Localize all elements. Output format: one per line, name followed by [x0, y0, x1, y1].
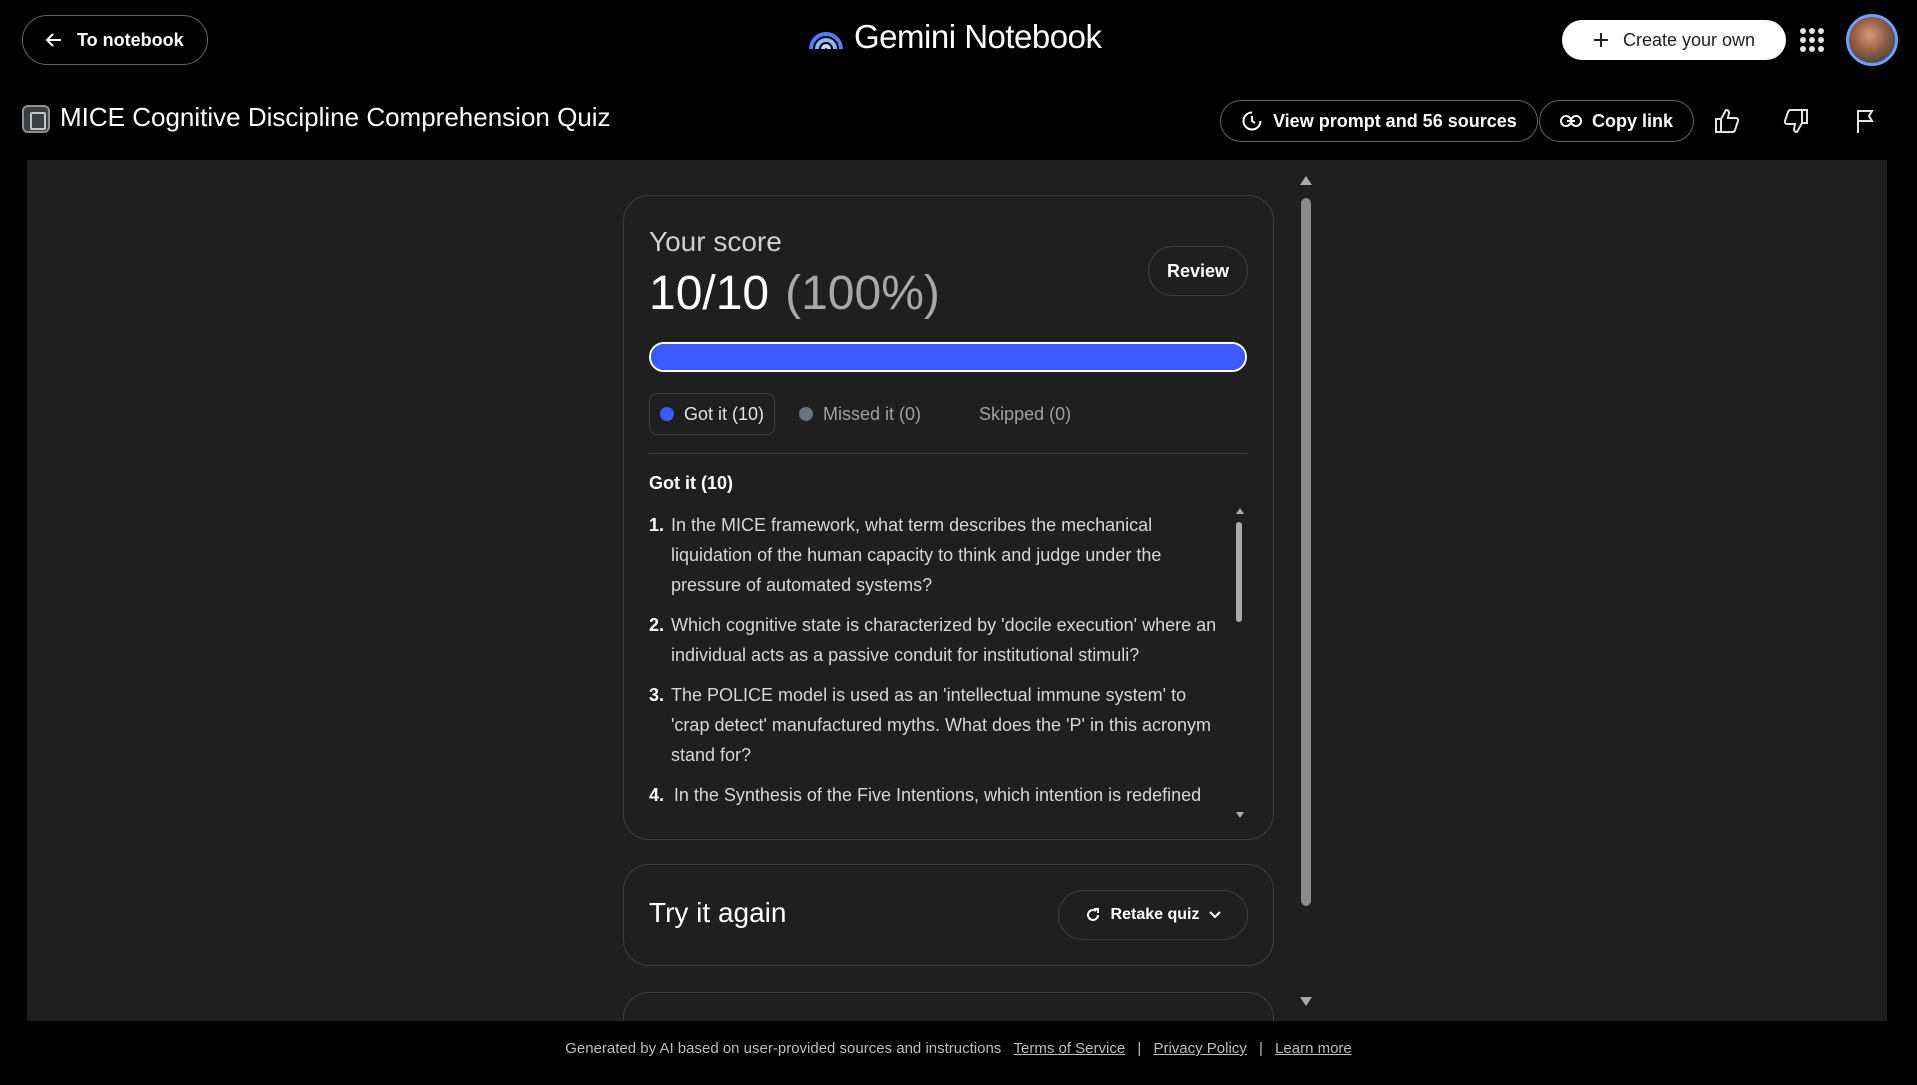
- score-value: 10/10 (100%): [649, 266, 940, 321]
- scroll-up-icon[interactable]: [1236, 508, 1244, 514]
- question-number: 2.: [649, 615, 665, 635]
- thumbs-up-button[interactable]: [1710, 104, 1744, 138]
- list-item[interactable]: 3. The POLICE model is used as an 'intel…: [649, 680, 1219, 770]
- score-label: Your score: [649, 226, 782, 257]
- question-text: In the MICE framework, what term describ…: [671, 515, 1162, 595]
- arrow-left-icon: [45, 33, 61, 47]
- create-label: Create your own: [1622, 29, 1756, 50]
- review-button[interactable]: Review: [1148, 246, 1248, 296]
- scrollbar-thumb[interactable]: [1301, 198, 1311, 906]
- gemini-logo-icon: [809, 32, 843, 50]
- page-scrollbar[interactable]: [1299, 176, 1313, 1006]
- question-text: The POLICE model is used as an 'intellec…: [671, 685, 1211, 765]
- title-bar: MICE Cognitive Discipline Comprehension …: [0, 92, 1917, 148]
- view-prompt-label: View prompt and 56 sources: [1273, 110, 1517, 131]
- filter-got-it[interactable]: Got it (10): [649, 393, 776, 435]
- filter-skipped[interactable]: Skipped (0): [945, 393, 1081, 435]
- filter-got-it-label: Got it (10): [684, 403, 765, 424]
- question-number: 1.: [649, 515, 665, 535]
- to-notebook-label: To notebook: [77, 29, 184, 50]
- section-title: Got it (10): [649, 473, 733, 493]
- scroll-down-icon[interactable]: [1300, 997, 1312, 1006]
- footer-disclaimer: Generated by AI based on user-provided s…: [565, 1040, 1002, 1057]
- privacy-link[interactable]: Privacy Policy: [1153, 1040, 1246, 1057]
- gemini-notebook-logo: Gemini Notebook: [808, 18, 1102, 56]
- scrollbar-thumb[interactable]: [1236, 522, 1242, 622]
- question-number: 4.: [649, 785, 665, 805]
- score-progress-fill: [651, 344, 1245, 370]
- learn-more-link[interactable]: Learn more: [1275, 1040, 1352, 1057]
- quiz-stage: Your score 10/10 (100%) Review Got it (10…: [27, 160, 1887, 1021]
- create-your-own-button[interactable]: Create your own: [1562, 20, 1786, 60]
- question-number: 3.: [649, 685, 665, 705]
- divider: [649, 453, 1247, 454]
- footer-separator: |: [1137, 1040, 1142, 1057]
- avatar[interactable]: [1846, 14, 1898, 66]
- retake-quiz-button[interactable]: Retake quiz: [1058, 890, 1248, 940]
- quiz-doc-icon: [22, 105, 50, 133]
- footer: Generated by AI based on user-provided s…: [0, 1040, 1917, 1057]
- filter-missed-it[interactable]: Missed it (0): [789, 393, 931, 435]
- question-list[interactable]: 1. In the MICE framework, what term desc…: [649, 510, 1219, 820]
- flag-icon: [1857, 110, 1874, 133]
- filter-missed-it-label: Missed it (0): [823, 403, 922, 424]
- try-again-title: Try it again: [649, 897, 787, 928]
- list-item[interactable]: 1. In the MICE framework, what term desc…: [649, 510, 1219, 600]
- top-bar: To notebook Gemini Notebook Create your …: [0, 0, 1917, 80]
- score-progress-bar: [649, 342, 1247, 372]
- to-notebook-button[interactable]: To notebook: [22, 15, 208, 65]
- skipped-dot-icon: [955, 407, 970, 421]
- refresh-icon: [1086, 908, 1099, 921]
- score-percent: (100%): [785, 267, 940, 320]
- thumbs-down-button[interactable]: [1779, 104, 1813, 138]
- score-card: Your score 10/10 (100%) Review Got it (10…: [623, 195, 1274, 840]
- question-list-scrollbar[interactable]: [1234, 508, 1244, 818]
- copy-link-label: Copy link: [1592, 110, 1674, 131]
- got-it-dot-icon: [660, 407, 674, 421]
- missed-it-dot-icon: [799, 407, 814, 421]
- question-text: In the Synthesis of the Five Intentions,…: [673, 785, 1202, 820]
- footer-separator: |: [1258, 1040, 1263, 1057]
- link-icon: [1560, 115, 1582, 127]
- thumbs-up-icon: [1715, 108, 1740, 133]
- list-item[interactable]: 2. Which cognitive state is characterize…: [649, 610, 1219, 670]
- plus-icon: [1593, 33, 1608, 47]
- thumbs-down-icon: [1783, 109, 1808, 134]
- terms-link[interactable]: Terms of Service: [1013, 1040, 1125, 1057]
- result-filters: Got it (10) Missed it (0) Skipped (0): [649, 393, 1081, 435]
- question-text: Which cognitive state is characterized b…: [671, 615, 1217, 665]
- retake-label: Retake quiz: [1110, 906, 1200, 923]
- logo-text: Gemini Notebook: [854, 18, 1102, 55]
- copy-link-button[interactable]: Copy link: [1539, 100, 1695, 142]
- scroll-up-icon[interactable]: [1300, 176, 1312, 185]
- report-flag-button[interactable]: [1849, 104, 1883, 138]
- page-title: MICE Cognitive Discipline Comprehension …: [60, 102, 611, 132]
- chevron-down-icon: [1209, 911, 1222, 919]
- score-fraction: 10/10: [649, 267, 770, 320]
- try-again-card: Try it again Retake quiz: [623, 864, 1274, 966]
- view-prompt-button[interactable]: View prompt and 56 sources: [1220, 100, 1538, 142]
- apps-grid-icon[interactable]: [1800, 28, 1824, 52]
- next-card: [623, 992, 1274, 1021]
- list-item[interactable]: 4. In the Synthesis of the Five Intentio…: [649, 780, 1219, 820]
- scroll-down-icon[interactable]: [1236, 812, 1244, 818]
- history-icon: [1242, 111, 1262, 131]
- filter-skipped-label: Skipped (0): [979, 403, 1072, 424]
